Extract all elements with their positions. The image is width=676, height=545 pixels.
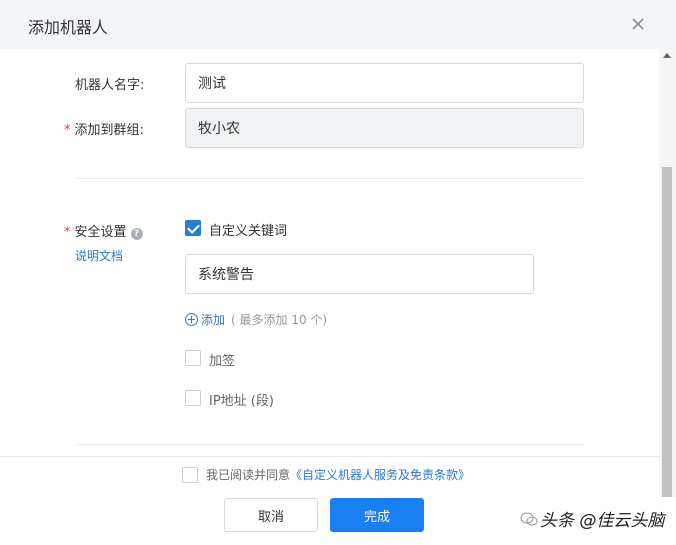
scroll-up-icon[interactable] <box>663 53 671 58</box>
doc-link[interactable]: 说明文档 <box>75 247 123 264</box>
robot-name-input[interactable]: 测试 <box>185 63 584 103</box>
close-icon[interactable] <box>628 14 648 34</box>
add-keyword-link[interactable]: 添加 <box>201 311 225 328</box>
group-label-row: * 添加到群组: <box>64 119 144 138</box>
group-input: 牧小农 <box>185 108 584 148</box>
cancel-button[interactable]: 取消 <box>224 498 318 532</box>
required-mark: * <box>64 225 71 240</box>
security-label: 安全设置 <box>74 225 127 240</box>
ip-label: IP地址 (段) <box>209 394 274 409</box>
name-label: 机器人名字: <box>75 78 145 93</box>
add-keyword-note: ( 最多添加 10 个) <box>231 313 328 327</box>
sign-checkbox[interactable] <box>185 350 201 366</box>
add-keyword-row: 添加 ( 最多添加 10 个) <box>185 311 327 328</box>
dialog-header: 添加机器人 <box>0 0 676 49</box>
robot-name-value: 测试 <box>198 76 226 92</box>
agree-checkbox[interactable] <box>182 466 198 483</box>
required-mark: * <box>64 123 71 138</box>
scrollbar-thumb[interactable] <box>662 167 672 497</box>
section-divider <box>75 178 584 179</box>
keyword-input[interactable]: 系统警告 <box>185 254 534 294</box>
agree-text: 我已阅读并同意 <box>206 468 291 482</box>
watermark: 头条 @佳云头脑 <box>520 506 664 531</box>
dialog-title: 添加机器人 <box>28 18 109 37</box>
group-value: 牧小农 <box>198 121 240 137</box>
help-icon[interactable]: ? <box>130 228 143 240</box>
custom-keyword-label: 自定义关键词 <box>209 224 288 239</box>
watermark-text: 头条 @佳云头脑 <box>540 511 665 531</box>
chat-bubble-icon <box>520 512 538 525</box>
confirm-button[interactable]: 完成 <box>330 498 424 532</box>
bottom-divider <box>75 444 584 445</box>
security-label-row: * 安全设置? <box>64 221 143 240</box>
plus-circle-icon[interactable] <box>185 313 198 326</box>
ip-checkbox[interactable] <box>185 390 201 406</box>
keyword-value: 系统警告 <box>198 267 254 283</box>
terms-link[interactable]: 《自定义机器人服务及免责条款》 <box>290 466 470 483</box>
scrollbar[interactable] <box>659 49 676 497</box>
group-label: 添加到群组: <box>74 123 144 138</box>
agreement-row: 我已阅读并同意 《自定义机器人服务及免责条款》 <box>182 466 470 483</box>
custom-keyword-checkbox[interactable] <box>185 220 201 236</box>
sign-label: 加签 <box>209 354 236 369</box>
